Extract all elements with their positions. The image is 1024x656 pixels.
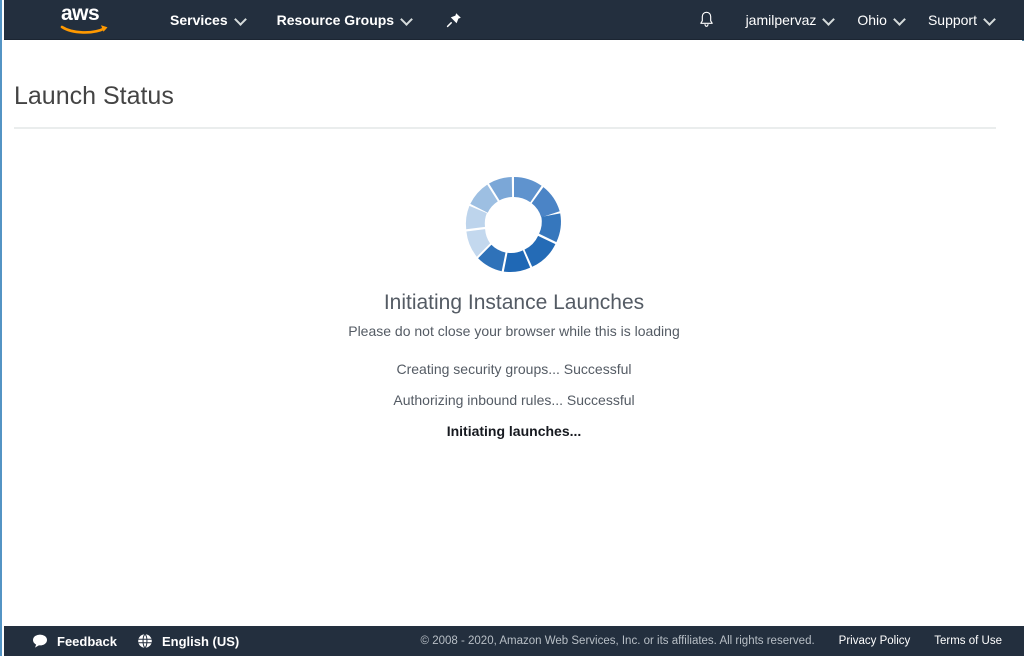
spinner-segment — [503, 250, 531, 273]
footer-right-group: © 2008 - 2020, Amazon Web Services, Inc.… — [421, 635, 1024, 647]
footer-left-group: Feedback English (US) — [4, 633, 239, 649]
region-label: Ohio — [857, 11, 887, 28]
launch-step-active: Initiating launches... — [446, 423, 582, 439]
support-menu[interactable]: Support — [916, 0, 1006, 40]
page-frame: aws Services Resource Groups jamilpervaz… — [0, 0, 1024, 656]
aws-logo[interactable]: aws — [60, 1, 114, 36]
language-button[interactable]: English (US) — [137, 633, 239, 649]
launch-step: Creating security groups... Successful — [396, 361, 632, 377]
spinner-segment — [539, 213, 561, 243]
language-label: English (US) — [161, 633, 240, 649]
feedback-button[interactable]: Feedback — [32, 633, 117, 649]
top-navigation-bar: aws Services Resource Groups jamilpervaz… — [4, 0, 1024, 40]
feedback-label: Feedback — [57, 633, 117, 649]
speech-bubble-icon — [33, 634, 47, 648]
support-label: Support — [927, 11, 977, 28]
loading-spinner-icon — [465, 177, 561, 273]
spinner-segment — [524, 235, 556, 267]
status-heading: Initiating Instance Launches — [383, 291, 645, 314]
chevron-down-icon — [236, 15, 245, 24]
aws-logo-swoosh-icon — [60, 24, 108, 34]
nav-right-group: jamilpervaz Ohio Support — [690, 0, 1024, 39]
title-divider — [14, 127, 996, 129]
page-title: Launch Status — [14, 82, 174, 110]
pushpin-icon — [446, 12, 461, 27]
globe-icon — [138, 633, 152, 649]
account-menu[interactable]: jamilpervaz — [734, 0, 846, 40]
launch-status-panel: Initiating Instance Launches Please do n… — [4, 175, 1024, 440]
terms-of-use-link[interactable]: Terms of Use — [934, 635, 1002, 647]
nav-services-label: Services — [170, 11, 228, 28]
privacy-policy-link[interactable]: Privacy Policy — [839, 635, 911, 647]
nav-resource-groups-label: Resource Groups — [276, 11, 395, 28]
chevron-down-icon — [402, 15, 411, 24]
spinner-segments — [465, 177, 561, 273]
account-label: jamilpervaz — [745, 11, 817, 28]
nav-resource-groups-menu[interactable]: Resource Groups — [267, 0, 421, 40]
copyright-text: © 2008 - 2020, Amazon Web Services, Inc.… — [420, 635, 815, 647]
region-menu[interactable]: Ohio — [845, 0, 916, 40]
notifications-button[interactable] — [690, 0, 724, 40]
chevron-down-icon — [985, 15, 994, 24]
launch-step: Authorizing inbound rules... Successful — [393, 392, 635, 408]
aws-logo-text: aws — [61, 1, 100, 25]
nav-services-menu[interactable]: Services — [160, 0, 255, 40]
pin-shortcut-button[interactable] — [439, 0, 469, 40]
chevron-down-icon — [824, 15, 833, 24]
status-subtext: Please do not close your browser while t… — [348, 323, 680, 339]
main-content: Launch Status Initiating Instance Launch… — [4, 41, 1024, 626]
nav-left-group: aws Services Resource Groups — [4, 0, 469, 39]
bell-icon — [700, 11, 713, 27]
page-footer: Feedback English (US) © 2008 - 2020, Ama… — [4, 626, 1024, 656]
launch-steps-list: Creating security groups... Successful A… — [393, 360, 634, 440]
chevron-down-icon — [895, 15, 904, 24]
